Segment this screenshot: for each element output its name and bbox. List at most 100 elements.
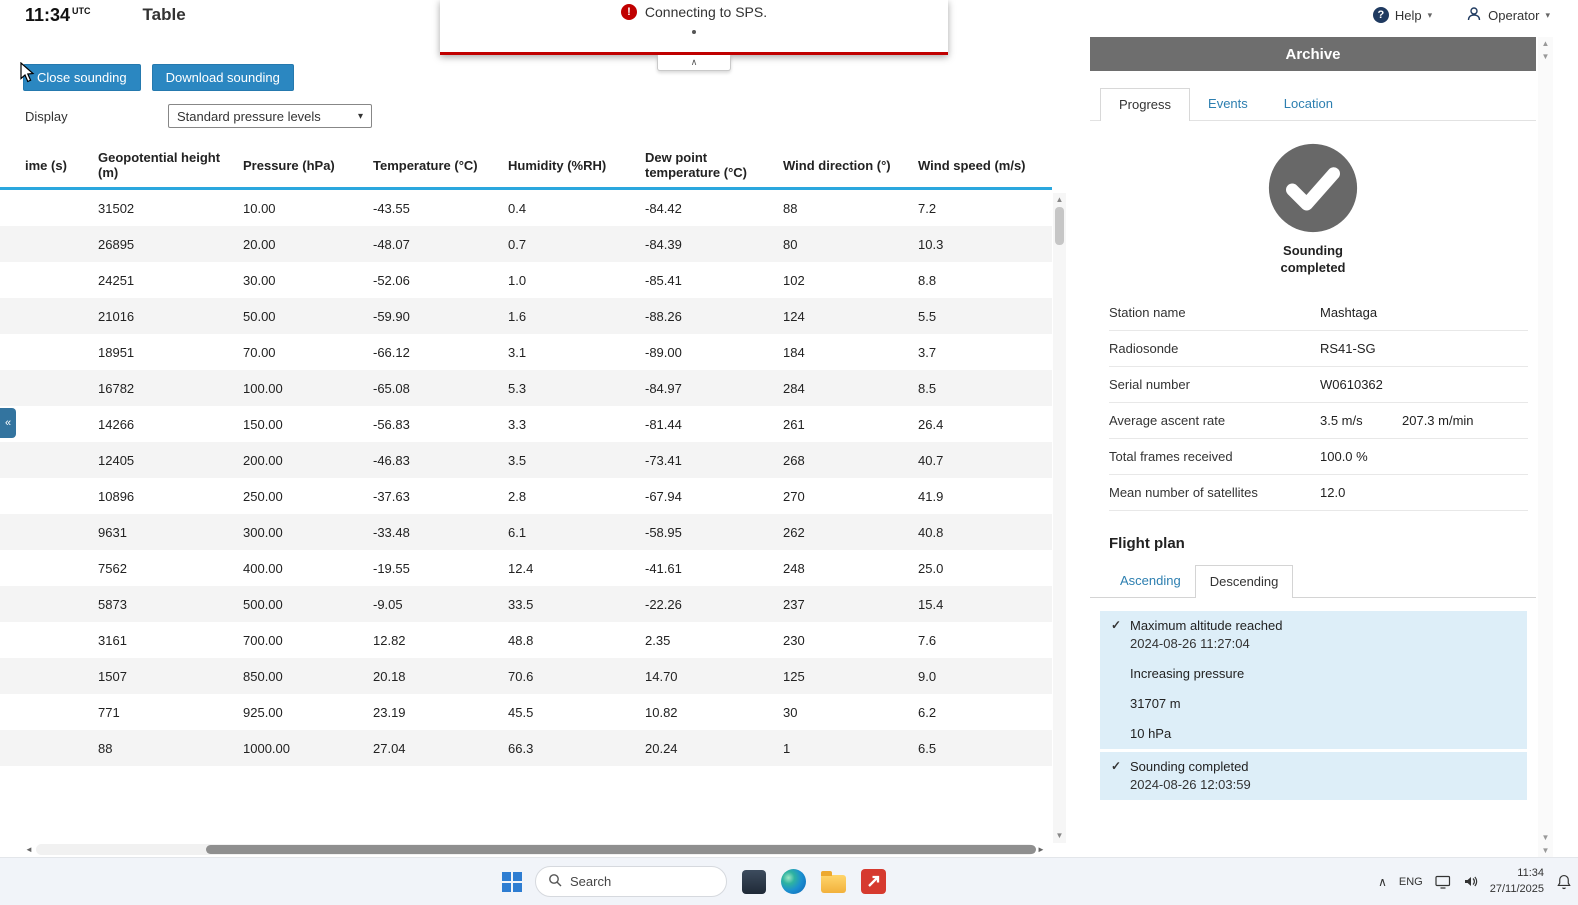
download-sounding-button[interactable]: Download sounding [151,64,294,91]
start-button[interactable] [502,871,522,892]
cell-dew-point: -84.97 [645,380,682,396]
flight-plan-tabs: Ascending Descending [1090,564,1536,598]
cell-geopotential-height: 3161 [98,632,127,648]
cell-wind-speed: 25.0 [918,560,944,576]
operator-menu[interactable]: Operator ▾ [1466,6,1550,25]
cell-wind-speed: 9.0 [918,668,937,684]
cell-temperature: 23.19 [373,704,406,720]
table-row: 3161 700.00 12.82 48.8 2.35 230 7.6 [0,622,1052,658]
tab-events[interactable]: Events [1190,88,1266,120]
edge-browser-icon[interactable] [780,867,807,897]
cell-wind-direction: 184 [783,344,805,360]
scrollbar-thumb[interactable] [206,845,1036,854]
tray-clock[interactable]: 11:34 27/11/2025 [1490,866,1544,897]
clock: 11:34 UTC [25,4,91,25]
cell-geopotential-height: 24251 [98,272,135,288]
cell-temperature: -46.83 [373,452,410,468]
error-icon: ! [620,4,637,20]
detail-value: Mashtaga [1320,304,1378,320]
event-time: 2024-08-26 11:27:04 [1130,635,1250,651]
flight-plan-title: Flight plan [1109,534,1185,552]
cell-temperature: -19.55 [373,560,410,576]
detail-row: Radiosonde RS41-SG [1109,331,1528,367]
help-menu[interactable]: ? Help ▾ [1372,7,1432,23]
scroll-down-icon[interactable]: ▼ [1542,831,1550,844]
sounding-completed-icon [1268,143,1358,233]
cell-pressure: 50.00 [243,308,276,324]
sounding-app-icon[interactable] [860,867,887,897]
page-vertical-scrollbar[interactable]: ▲ ▼ ▼ ▼ [1538,37,1553,857]
cell-dew-point: 14.70 [645,668,678,684]
cell-geopotential-height: 9631 [98,524,127,540]
cell-wind-direction: 268 [783,452,805,468]
cell-wind-speed: 10.3 [918,236,944,252]
detail-value: 3.5 m/s [1320,412,1363,428]
chevron-down-icon: ▾ [1545,9,1550,20]
tab-progress[interactable]: Progress [1100,88,1191,121]
chevron-up-icon: ∧ [690,57,698,67]
scroll-up-icon[interactable]: ▲ [1056,193,1064,207]
cell-humidity: 0.7 [508,236,527,252]
collapse-left-panel-button[interactable]: « [0,408,16,438]
cell-dew-point: -85.41 [645,272,682,288]
cell-wind-speed: 41.9 [918,488,944,504]
table-row: 1507 850.00 20.18 70.6 14.70 125 9.0 [0,658,1052,694]
cell-wind-speed: 40.7 [918,452,944,468]
cell-temperature: -33.48 [373,524,410,540]
cell-geopotential-height: 7562 [98,560,127,576]
cell-humidity: 66.3 [508,740,534,756]
cell-wind-speed: 5.5 [918,308,937,324]
detail-value: W0610362 [1320,376,1383,392]
cell-temperature: 20.18 [373,668,406,684]
cell-humidity: 5.3 [508,380,527,396]
taskbar-search-input[interactable]: Search [535,866,727,897]
tab-ascending[interactable]: Ascending [1106,565,1195,597]
display-row: Display Standard pressure levels ▾ [25,104,372,128]
notification-toast: ! Connecting to SPS. [440,0,948,55]
detail-row: Serial number W0610362 [1109,367,1528,403]
tab-descending[interactable]: Descending [1194,564,1294,598]
event-title: 31707 m [1130,695,1181,711]
hidden-icons-chevron[interactable]: ∧ [1378,875,1387,889]
notifications-bell-icon[interactable] [1556,874,1572,890]
table-row: 18951 70.00 -66.12 3.1 -89.00 184 3.7 [0,334,1052,370]
cell-dew-point: -73.41 [645,452,682,468]
scrollbar-thumb[interactable] [1055,207,1064,245]
close-sounding-button[interactable]: Close sounding [23,64,141,91]
display-network-icon[interactable] [1435,875,1451,889]
cell-dew-point: -41.61 [645,560,682,576]
taskbar: Search ∧ ENG 11:34 27/11/2025 [0,857,1578,905]
scroll-up-icon[interactable]: ▲ [1542,37,1550,50]
tab-location[interactable]: Location [1266,88,1351,120]
notification-collapse-button[interactable]: ∧ [657,55,731,71]
column-header: Geopotential height (m) [98,150,221,180]
detail-label: Serial number [1109,376,1190,392]
table-vertical-scrollbar[interactable]: ▲ ▼ [1053,193,1066,843]
volume-icon[interactable] [1463,875,1478,888]
app-icon-dark[interactable] [740,867,767,897]
table-row: 21016 50.00 -59.90 1.6 -88.26 124 5.5 [0,298,1052,334]
scroll-left-icon[interactable]: ◄ [22,845,36,854]
column-header: Wind speed (m/s) [918,157,1026,173]
display-select[interactable]: Standard pressure levels ▾ [168,104,372,128]
event-title: 10 hPa [1130,725,1172,741]
scroll-down-icon[interactable]: ▼ [1542,844,1550,857]
cell-wind-direction: 124 [783,308,805,324]
cell-wind-direction: 284 [783,380,805,396]
cell-wind-direction: 261 [783,416,805,432]
scroll-right-icon[interactable]: ► [1034,845,1048,854]
sounding-status-text: Sounding completed [1280,243,1346,275]
column-header: Dew point temperature (°C) [645,150,747,180]
archive-tabs: Progress Events Location [1090,88,1536,121]
clock-timezone: UTC [72,5,91,16]
language-indicator[interactable]: ENG [1399,876,1423,888]
cell-humidity: 1.0 [508,272,527,288]
scroll-down-icon[interactable]: ▼ [1542,50,1550,63]
cell-wind-speed: 7.2 [918,200,937,216]
cell-pressure: 700.00 [243,632,283,648]
scroll-down-icon[interactable]: ▼ [1056,829,1064,843]
cell-wind-direction: 30 [783,704,798,720]
column-header: Temperature (°C) [373,157,478,173]
file-explorer-icon[interactable] [820,867,847,897]
table-horizontal-scrollbar[interactable]: ◄ ► [22,843,1048,856]
